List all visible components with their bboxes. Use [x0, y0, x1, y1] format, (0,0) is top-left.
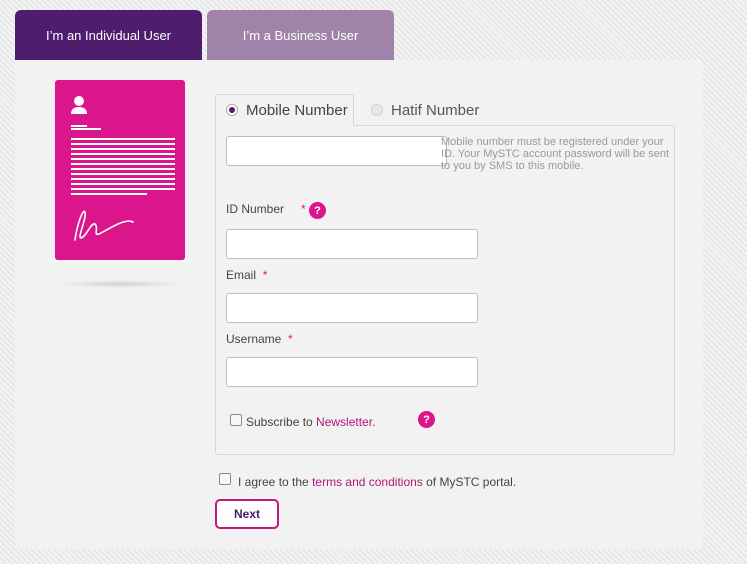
tab-mobile-label: Mobile Number: [246, 101, 348, 119]
id-card-icon: [55, 80, 185, 260]
newsletter-link[interactable]: Newsletter: [316, 415, 372, 429]
next-button[interactable]: Next: [215, 499, 279, 529]
terms-suffix: of MySTC portal.: [422, 475, 517, 489]
email-input[interactable]: [226, 293, 478, 323]
newsletter-checkbox[interactable]: [230, 414, 242, 426]
tab-individual-user[interactable]: I’m an Individual User: [15, 10, 202, 60]
newsletter-text: Subscribe to Newsletter.: [246, 415, 375, 429]
id-number-label: ID Number: [226, 202, 285, 216]
mobile-hint: Mobile number must be registered under y…: [441, 136, 670, 172]
email-required-mark: *: [262, 268, 268, 282]
id-number-input[interactable]: [226, 229, 478, 259]
tab-mobile-number[interactable]: Mobile Number: [215, 94, 354, 126]
terms-checkbox[interactable]: [219, 473, 231, 485]
registration-panel: Mobile Number Hatif Number Mobile number…: [15, 60, 703, 549]
terms-text: I agree to the terms and conditions of M…: [238, 475, 516, 489]
username-label: Username *: [226, 332, 293, 346]
hatif-radio[interactable]: [371, 104, 383, 116]
username-input[interactable]: [226, 357, 478, 387]
username-required-mark: *: [288, 332, 293, 346]
id-card-illustration: [71, 96, 175, 241]
id-required-mark: *: [301, 202, 306, 216]
card-shadow: [57, 280, 183, 288]
form-box: [215, 125, 675, 455]
tab-hatif-number[interactable]: Hatif Number: [371, 94, 479, 126]
email-label: Email *: [226, 268, 267, 282]
newsletter-prefix: Subscribe to: [246, 415, 317, 429]
username-label-text: Username: [226, 332, 282, 346]
mobile-radio[interactable]: [226, 104, 238, 116]
mobile-number-input[interactable]: [226, 136, 447, 166]
tab-hatif-label: Hatif Number: [391, 101, 480, 119]
id-help-icon[interactable]: ?: [309, 202, 326, 219]
newsletter-help-icon[interactable]: ?: [418, 411, 435, 428]
terms-link[interactable]: terms and conditions: [312, 475, 423, 489]
terms-prefix: I agree to the: [238, 475, 313, 489]
tab-business-user[interactable]: I’m a Business User: [207, 10, 394, 60]
email-label-text: Email: [226, 268, 257, 282]
newsletter-suffix: .: [372, 415, 376, 429]
